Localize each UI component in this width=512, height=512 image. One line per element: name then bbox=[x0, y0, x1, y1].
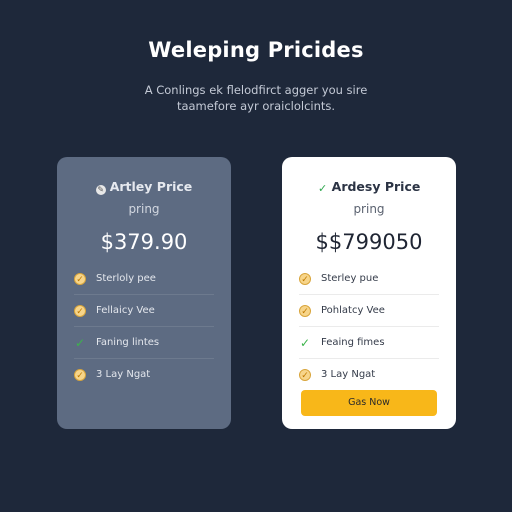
feature-list: ✓ Sterloly pee ✓ Fellaicy Vee ✓ Faning l… bbox=[74, 263, 214, 390]
plan-price: $379.90 bbox=[100, 230, 188, 254]
badge-icon: ✎ bbox=[95, 185, 106, 195]
feature-item: ✓ 3 Lay Ngat bbox=[299, 359, 439, 390]
plan-name: ✎ Artley Price bbox=[57, 179, 231, 195]
subtitle-line-1: A Conlings ek flelodfirct agger you sire bbox=[144, 83, 368, 97]
subtitle-line-2: taamefore ayr oraiclolcints. bbox=[176, 99, 336, 113]
plan-subtitle: pring bbox=[128, 202, 160, 216]
feature-item: ✓ Feaing fimes bbox=[299, 327, 439, 359]
plan-price: $$799050 bbox=[315, 230, 423, 254]
feature-label: Sterley pue bbox=[321, 273, 379, 284]
feature-label: Sterloly pee bbox=[96, 273, 156, 284]
feature-label: Faning lintes bbox=[96, 337, 160, 348]
feature-item: ✓ Sterley pue bbox=[299, 263, 439, 295]
check-icon: ✓ bbox=[317, 182, 328, 195]
pricing-card-basic[interactable]: ✎ Artley Price pring $379.90 ✓ Sterloly p… bbox=[57, 157, 231, 429]
check-icon: ✓ bbox=[299, 335, 311, 350]
check-icon: ✓ bbox=[299, 368, 311, 381]
feature-item: ✓ 3 Lay Ngat bbox=[74, 359, 214, 390]
feature-item: ✓ Sterloly pee bbox=[74, 263, 214, 295]
check-icon: ✓ bbox=[299, 304, 311, 317]
feature-label: 3 Lay Ngat bbox=[96, 369, 151, 380]
check-icon: ✓ bbox=[299, 272, 311, 285]
feature-label: Feaing fimes bbox=[321, 337, 385, 348]
feature-item: ✓ Faning lintes bbox=[74, 327, 214, 359]
plan-name-label: Artley Price bbox=[109, 179, 193, 194]
feature-label: Pohlatcy Vee bbox=[321, 305, 385, 316]
plan-subtitle: pring bbox=[353, 202, 385, 216]
get-now-button[interactable]: Gas Now bbox=[301, 390, 437, 416]
feature-item: ✓ Pohlatcy Vee bbox=[299, 295, 439, 327]
page-title: Weleping Pricides bbox=[148, 38, 364, 62]
check-icon: ✓ bbox=[74, 304, 86, 317]
check-icon: ✓ bbox=[74, 368, 86, 381]
feature-label: Fellaicy Vee bbox=[96, 305, 155, 316]
pricing-card-featured[interactable]: ✓ Ardesy Price pring $$799050 ✓ Sterley p… bbox=[282, 157, 456, 429]
plan-name: ✓ Ardesy Price bbox=[282, 179, 456, 194]
feature-list: ✓ Sterley pue ✓ Pohlatcy Vee ✓ Feaing fi… bbox=[299, 263, 439, 390]
page-subtitle: A Conlings ek flelodfirct agger you sire… bbox=[0, 82, 512, 114]
check-icon: ✓ bbox=[74, 272, 86, 285]
plan-name-label: Ardesy Price bbox=[331, 179, 421, 194]
feature-item: ✓ Fellaicy Vee bbox=[74, 295, 214, 327]
feature-label: 3 Lay Ngat bbox=[321, 369, 376, 380]
check-icon: ✓ bbox=[74, 335, 86, 350]
